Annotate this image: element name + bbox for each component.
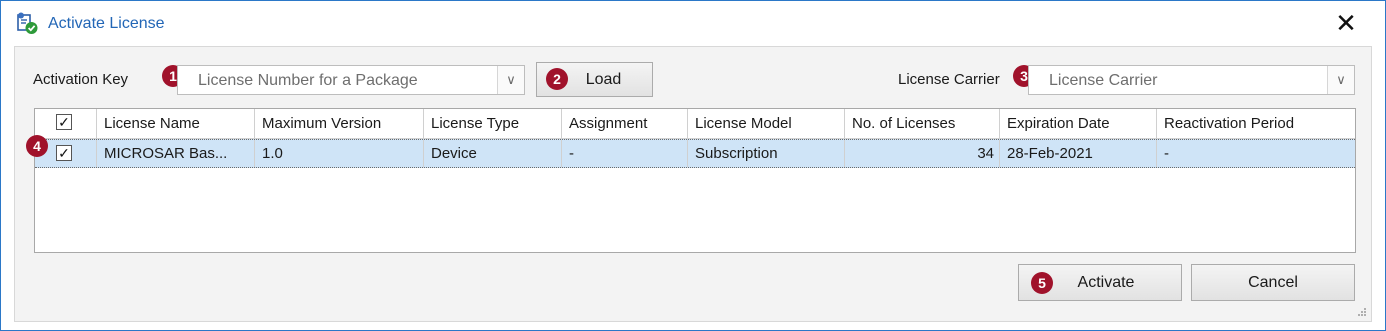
column-no-of-licenses[interactable]: No. of Licenses — [845, 109, 1000, 138]
step-5-badge: 5 — [1031, 272, 1053, 294]
column-assignment[interactable]: Assignment — [562, 109, 688, 138]
column-license-type[interactable]: License Type — [424, 109, 562, 138]
cancel-button[interactable]: Cancel — [1191, 264, 1355, 301]
select-all-checkbox[interactable]: ✓ — [56, 114, 72, 130]
close-icon[interactable]: ✕ — [1335, 10, 1357, 36]
activation-key-dropdown[interactable]: License Number for a Package ∨ — [177, 65, 525, 95]
resize-grip-icon[interactable] — [1357, 307, 1367, 317]
step-2-badge: 2 — [546, 68, 568, 90]
license-carrier-label: License Carrier — [898, 71, 1000, 88]
header-select-all-cell: ✓ — [35, 109, 97, 138]
activate-license-dialog: Activate License ✕ Activation Key 1 Lice… — [0, 0, 1386, 331]
column-maximum-version[interactable]: Maximum Version — [255, 109, 424, 138]
cell-license-model: Subscription — [688, 140, 845, 167]
activation-key-value: License Number for a Package — [198, 72, 418, 89]
column-license-name[interactable]: License Name — [97, 109, 255, 138]
cell-assignment: - — [562, 140, 688, 167]
license-carrier-value: License Carrier — [1049, 72, 1158, 89]
table-row[interactable]: ✓ MICROSAR Bas... 1.0 Device - Subscript… — [35, 139, 1355, 168]
activate-button-label: Activate — [1077, 274, 1135, 291]
column-license-model[interactable]: License Model — [688, 109, 845, 138]
row-checkbox[interactable]: ✓ — [56, 145, 72, 161]
dialog-title: Activate License — [48, 15, 165, 32]
chevron-down-icon[interactable]: ∨ — [1327, 66, 1354, 94]
column-reactivation-period[interactable]: Reactivation Period — [1157, 109, 1355, 138]
cell-expiration-date: 28-Feb-2021 — [1000, 140, 1157, 167]
license-table: ✓ License Name Maximum Version License T… — [34, 108, 1356, 253]
activation-key-label: Activation Key — [33, 71, 129, 88]
table-header: ✓ License Name Maximum Version License T… — [35, 109, 1355, 139]
cell-license-name: MICROSAR Bas... — [97, 140, 255, 167]
column-expiration-date[interactable]: Expiration Date — [1000, 109, 1157, 138]
step-4-badge: 4 — [26, 135, 48, 157]
license-carrier-dropdown[interactable]: License Carrier ∨ — [1028, 65, 1355, 95]
chevron-down-icon[interactable]: ∨ — [497, 66, 524, 94]
license-certificate-icon — [17, 12, 38, 34]
load-button-label: Load — [585, 71, 622, 88]
title-bar: Activate License ✕ — [1, 1, 1385, 41]
cell-no-of-licenses: 34 — [845, 140, 1000, 167]
cell-maximum-version: 1.0 — [255, 140, 424, 167]
dialog-body: Activation Key 1 License Number for a Pa… — [14, 46, 1372, 322]
cell-license-type: Device — [424, 140, 562, 167]
cell-reactivation-period: - — [1164, 145, 1169, 162]
